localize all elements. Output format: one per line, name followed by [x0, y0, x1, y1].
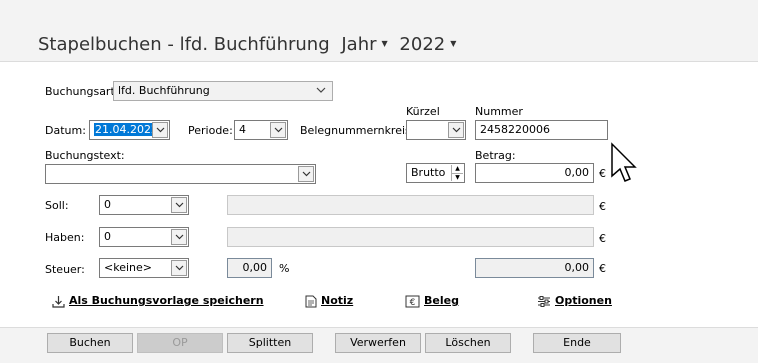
soll-value: 0 [104, 198, 111, 211]
notiz-link[interactable]: Notiz [305, 294, 353, 308]
settings-sliders-icon [538, 295, 550, 307]
op-button[interactable]: OP [137, 333, 223, 353]
notiz-label: Notiz [321, 294, 354, 307]
chevron-down-icon [302, 171, 310, 177]
svg-text:€: € [410, 298, 416, 308]
soll-dropdown-button[interactable] [171, 197, 187, 213]
brutto-spinner[interactable]: ▲ ▼ [451, 165, 463, 181]
periode-value: 4 [239, 123, 246, 136]
soll-account-name [227, 195, 594, 215]
steuer-dropdown-button[interactable] [171, 260, 187, 276]
betrag-value: 0,00 [564, 166, 590, 179]
chevron-down-icon [452, 127, 460, 133]
soll-select[interactable]: 0 [99, 195, 189, 215]
chevron-down-icon [316, 87, 326, 93]
note-icon [305, 295, 317, 307]
nummer-label: Nummer [475, 105, 523, 118]
datum-value: 21.04.2022 [94, 123, 159, 136]
ende-button[interactable]: Ende [533, 333, 621, 353]
date-picker-button[interactable] [152, 122, 168, 138]
chevron-down-icon [156, 127, 164, 133]
spin-up-icon[interactable]: ▲ [452, 165, 463, 174]
kuerzel-dropdown-button[interactable] [448, 122, 464, 138]
download-icon [52, 295, 65, 308]
receipt-euro-icon: € [405, 295, 420, 308]
periode-select[interactable]: 4 [234, 120, 288, 140]
betrag-currency: € [599, 167, 606, 180]
buchungsart-value: lfd. Buchführung [118, 84, 210, 97]
chevron-down-icon: ▼ [381, 39, 388, 48]
haben-label: Haben: [45, 231, 85, 244]
periode-dropdown-button[interactable] [270, 122, 286, 138]
buchen-button[interactable]: Buchen [47, 333, 133, 353]
spin-down-icon[interactable]: ▼ [452, 174, 463, 182]
betrag-field[interactable]: 0,00 [475, 163, 594, 183]
mouse-cursor-icon [611, 142, 637, 182]
kuerzel-select[interactable] [406, 120, 466, 140]
optionen-link[interactable]: Optionen [537, 294, 612, 308]
haben-select[interactable]: 0 [99, 227, 189, 247]
steuer-rate-value: 0,00 [242, 261, 268, 274]
buchungstext-dropdown-button[interactable] [298, 166, 314, 182]
title-text: Stapelbuchen - lfd. Buchführung [38, 34, 330, 55]
buchungstext-field[interactable] [45, 164, 316, 184]
chevron-down-icon [175, 265, 183, 271]
save-template-label: Als Buchungsvorlage speichern [69, 294, 264, 307]
save-template-link[interactable]: Als Buchungsvorlage speichern [52, 294, 264, 308]
chevron-down-icon [175, 234, 183, 240]
datum-label: Datum: [45, 124, 86, 137]
year-label: 2022 [399, 34, 446, 55]
nummer-field[interactable]: 2458220006 [475, 120, 608, 140]
percent-sign: % [279, 262, 290, 275]
haben-account-name [227, 227, 594, 247]
nummer-value: 2458220006 [480, 123, 550, 136]
buchungsart-select[interactable]: lfd. Buchführung [113, 81, 333, 101]
period-type-label: Jahr [341, 34, 377, 55]
beleg-label: Beleg [424, 294, 459, 307]
steuer-amount-value: 0,00 [564, 261, 590, 274]
steuer-amount-field: 0,00 [475, 258, 594, 278]
chevron-down-icon: ▼ [450, 39, 457, 48]
verwerfen-button[interactable]: Verwerfen [335, 333, 421, 353]
buchungstext-label: Buchungstext: [45, 149, 125, 162]
soll-currency: € [599, 200, 606, 213]
period-type-dropdown[interactable]: Jahr ▼ [341, 34, 393, 55]
beleg-link[interactable]: € Beleg [405, 294, 459, 308]
betrag-label: Betrag: [475, 149, 516, 162]
datum-field[interactable]: 21.04.2022 [89, 120, 170, 140]
haben-value: 0 [104, 230, 111, 243]
steuer-value: <keine> [104, 261, 152, 274]
soll-label: Soll: [45, 199, 69, 212]
steuer-currency: € [599, 262, 606, 275]
kuerzel-label: Kürzel [406, 105, 440, 118]
steuer-select[interactable]: <keine> [99, 258, 189, 278]
year-dropdown[interactable]: 2022 ▼ [399, 34, 456, 55]
chevron-down-icon [175, 202, 183, 208]
splitten-button[interactable]: Splitten [227, 333, 313, 353]
optionen-label: Optionen [555, 294, 612, 307]
haben-currency: € [599, 232, 606, 245]
steuer-rate-field: 0,00 [227, 258, 272, 278]
steuer-label: Steuer: [45, 263, 85, 276]
loeschen-button[interactable]: Löschen [425, 333, 511, 353]
chevron-down-icon [274, 127, 282, 133]
buchungsart-label: Buchungsart [45, 85, 115, 98]
page-title: Stapelbuchen - lfd. Buchführung Jahr ▼ 20… [38, 34, 456, 55]
haben-dropdown-button[interactable] [171, 229, 187, 245]
periode-label: Periode: [188, 124, 233, 137]
belegnummernkreis-label: Belegnummernkreis: [300, 124, 415, 137]
brutto-value: Brutto [411, 166, 446, 179]
brutto-select[interactable]: Brutto ▲ ▼ [406, 163, 465, 183]
